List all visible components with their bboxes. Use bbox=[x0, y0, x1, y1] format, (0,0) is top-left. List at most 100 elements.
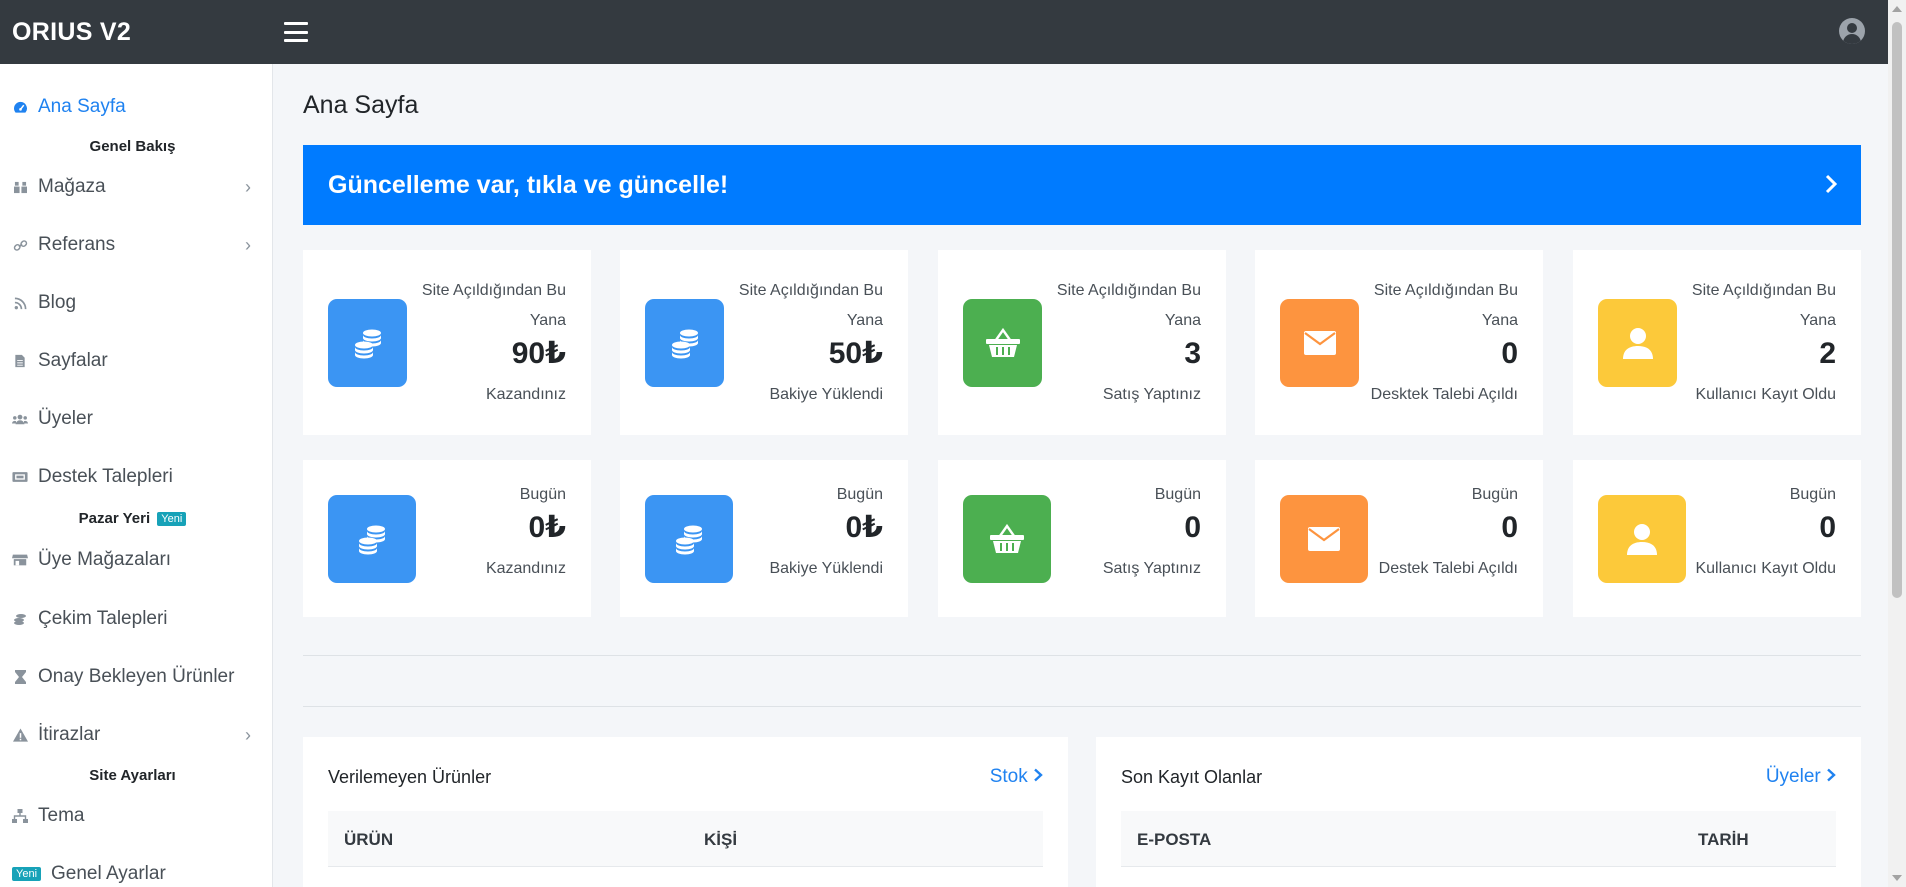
stat-label: Kazandınız bbox=[485, 386, 566, 403]
stat-caption: Yana bbox=[1164, 312, 1201, 329]
sitemap-icon bbox=[12, 808, 28, 824]
stat-text: Site Açıldığından Bu Yana 2 Kullanıcı Ka… bbox=[1692, 276, 1836, 404]
column-header: ÜRÜN bbox=[344, 830, 394, 849]
stat-card-total-tickets: Site Açıldığından Bu Yana 0 Desktek Tale… bbox=[1255, 250, 1543, 435]
sidebar-item-label: Ana Sayfa bbox=[38, 96, 126, 117]
stat-value: 3 bbox=[1184, 337, 1201, 370]
page-scrollbar[interactable] bbox=[1888, 0, 1906, 887]
rss-icon bbox=[12, 295, 28, 311]
stat-card-today-sales: Bugün 0 Satış Yaptınız bbox=[938, 460, 1226, 617]
main-content: Ana Sayfa Güncelleme var, tıkla ve günce… bbox=[273, 64, 1888, 887]
column-header: TARİH bbox=[1698, 830, 1749, 849]
scroll-down-arrow-icon[interactable] bbox=[1892, 875, 1902, 881]
sidebar-item-destek-talepleri[interactable]: Destek Talepleri bbox=[0, 457, 273, 497]
stat-caption: Bugün bbox=[1154, 486, 1201, 503]
coins-icon bbox=[328, 495, 416, 583]
new-badge: Yeni bbox=[157, 512, 187, 526]
stat-value: 90₺ bbox=[511, 337, 566, 370]
sidebar-item-blog[interactable]: Blog bbox=[0, 283, 273, 323]
sidebar-item-label: Üyeler bbox=[38, 408, 93, 429]
sidebar-item-sayfalar[interactable]: Sayfalar bbox=[0, 341, 273, 381]
sidebar-item-label: İtirazlar bbox=[38, 724, 101, 745]
new-badge: Yeni bbox=[12, 867, 42, 881]
ticket-icon bbox=[12, 469, 28, 485]
sidebar: Ana Sayfa Genel Bakış Mağaza › Referans … bbox=[0, 64, 273, 887]
stat-text: Site Açıldığından Bu Yana 50₺ Bakiye Yük… bbox=[739, 276, 883, 404]
members-link[interactable]: Üyeler bbox=[1766, 766, 1836, 788]
stat-value: 2 bbox=[1819, 337, 1836, 370]
sidebar-item-ana-sayfa[interactable]: Ana Sayfa bbox=[0, 87, 273, 127]
coins-icon bbox=[645, 299, 724, 387]
column-header: E-POSTA bbox=[1137, 830, 1212, 849]
panel-title: Verilemeyen Ürünler bbox=[328, 767, 492, 787]
stat-card-today-earnings: Bugün 0₺ Kazandınız bbox=[303, 460, 591, 617]
stat-text: Site Açıldığından Bu Yana 90₺ Kazandınız bbox=[422, 276, 566, 404]
stat-label: Destek Talebi Açıldı bbox=[1378, 560, 1518, 577]
chevron-right-icon bbox=[1826, 766, 1836, 787]
hourglass-icon bbox=[12, 669, 28, 685]
table-header: E-POSTA TARİH bbox=[1121, 811, 1836, 867]
file-icon bbox=[12, 353, 28, 369]
sidebar-item-magaza[interactable]: Mağaza › bbox=[0, 167, 273, 207]
stat-caption: Bugün bbox=[1471, 486, 1518, 503]
menu-toggle-icon[interactable] bbox=[284, 22, 308, 42]
sidebar-item-uye-magazalari[interactable]: Üye Mağazaları bbox=[0, 540, 273, 580]
sidebar-item-uyeler[interactable]: Üyeler bbox=[0, 399, 273, 439]
link-label: Stok bbox=[989, 766, 1028, 787]
divider bbox=[303, 706, 1861, 707]
envelope-icon bbox=[1280, 495, 1368, 583]
stat-label: Satış Yaptınız bbox=[1102, 560, 1201, 577]
sidebar-item-cekim-talepleri[interactable]: Çekim Talepleri bbox=[0, 599, 273, 639]
column-header: KİŞİ bbox=[704, 830, 738, 849]
sidebar-item-genel-ayarlar[interactable]: Yeni Genel Ayarlar bbox=[0, 854, 273, 887]
sidebar-item-label: Blog bbox=[38, 292, 77, 313]
stat-card-total-balance: Site Açıldığından Bu Yana 50₺ Bakiye Yük… bbox=[620, 250, 908, 435]
stat-caption: Yana bbox=[846, 312, 883, 329]
section-header-overview: Genel Bakış bbox=[89, 138, 176, 155]
user-avatar-icon[interactable] bbox=[1839, 18, 1865, 44]
link-label: Üyeler bbox=[1765, 766, 1821, 787]
sidebar-item-itirazlar[interactable]: İtirazlar › bbox=[0, 715, 273, 755]
stat-text: Site Açıldığından Bu Yana 0 Desktek Tale… bbox=[1371, 276, 1518, 404]
stat-caption: Yana bbox=[529, 312, 566, 329]
brand-logo[interactable]: ORIUS V2 bbox=[0, 18, 273, 47]
stat-caption: Bugün bbox=[519, 486, 566, 503]
update-banner[interactable]: Güncelleme var, tıkla ve güncelle! bbox=[303, 145, 1861, 225]
divider bbox=[303, 655, 1861, 656]
stat-card-today-balance: Bugün 0₺ Bakiye Yüklendi bbox=[620, 460, 908, 617]
page-title: Ana Sayfa bbox=[303, 91, 419, 119]
sidebar-item-referans[interactable]: Referans › bbox=[0, 225, 273, 265]
chevron-right-icon: › bbox=[245, 176, 251, 197]
stat-text: Bugün 0₺ Bakiye Yüklendi bbox=[769, 480, 883, 578]
update-banner-text: Güncelleme var, tıkla ve güncelle! bbox=[328, 170, 729, 199]
stat-text: Bugün 0 Destek Talebi Açıldı bbox=[1379, 480, 1518, 578]
basket-icon bbox=[963, 495, 1051, 583]
stat-label: Bakiye Yüklendi bbox=[769, 560, 883, 577]
stat-caption: Site Açıldığından Bu bbox=[1373, 282, 1518, 299]
stat-value: 0₺ bbox=[845, 511, 883, 544]
stat-text: Bugün 0 Satış Yaptınız bbox=[1103, 480, 1201, 578]
stat-card-today-tickets: Bugün 0 Destek Talebi Açıldı bbox=[1255, 460, 1543, 617]
stat-value: 50₺ bbox=[828, 337, 883, 370]
stock-link[interactable]: Stok bbox=[990, 766, 1043, 788]
sidebar-item-label: Çekim Talepleri bbox=[38, 608, 168, 629]
user-icon bbox=[1598, 495, 1686, 583]
stat-value: 0 bbox=[1501, 511, 1518, 544]
sidebar-item-tema[interactable]: Tema bbox=[0, 796, 273, 836]
section-header-marketplace: Pazar Yeri Yeni bbox=[0, 510, 265, 527]
stat-value: 0 bbox=[1184, 511, 1201, 544]
sidebar-item-label: Mağaza bbox=[38, 176, 106, 197]
stat-caption: Yana bbox=[1481, 312, 1518, 329]
sidebar-item-label: Onay Bekleyen Ürünler bbox=[38, 666, 235, 687]
scroll-up-arrow-icon[interactable] bbox=[1892, 6, 1902, 12]
scroll-thumb[interactable] bbox=[1892, 22, 1902, 598]
sidebar-item-label: Genel Ayarlar bbox=[51, 863, 166, 884]
users-icon bbox=[12, 411, 28, 427]
stat-card-total-users: Site Açıldığından Bu Yana 2 Kullanıcı Ka… bbox=[1573, 250, 1861, 435]
stat-text: Bugün 0 Kullanıcı Kayıt Oldu bbox=[1695, 480, 1836, 578]
sidebar-item-onay-bekleyen-urunler[interactable]: Onay Bekleyen Ürünler bbox=[0, 657, 273, 697]
stat-caption: Site Açıldığından Bu bbox=[738, 282, 883, 299]
sidebar-item-label: Tema bbox=[38, 805, 85, 826]
stat-caption: Site Açıldığından Bu bbox=[421, 282, 566, 299]
section-header-site-settings: Site Ayarları bbox=[89, 767, 176, 784]
